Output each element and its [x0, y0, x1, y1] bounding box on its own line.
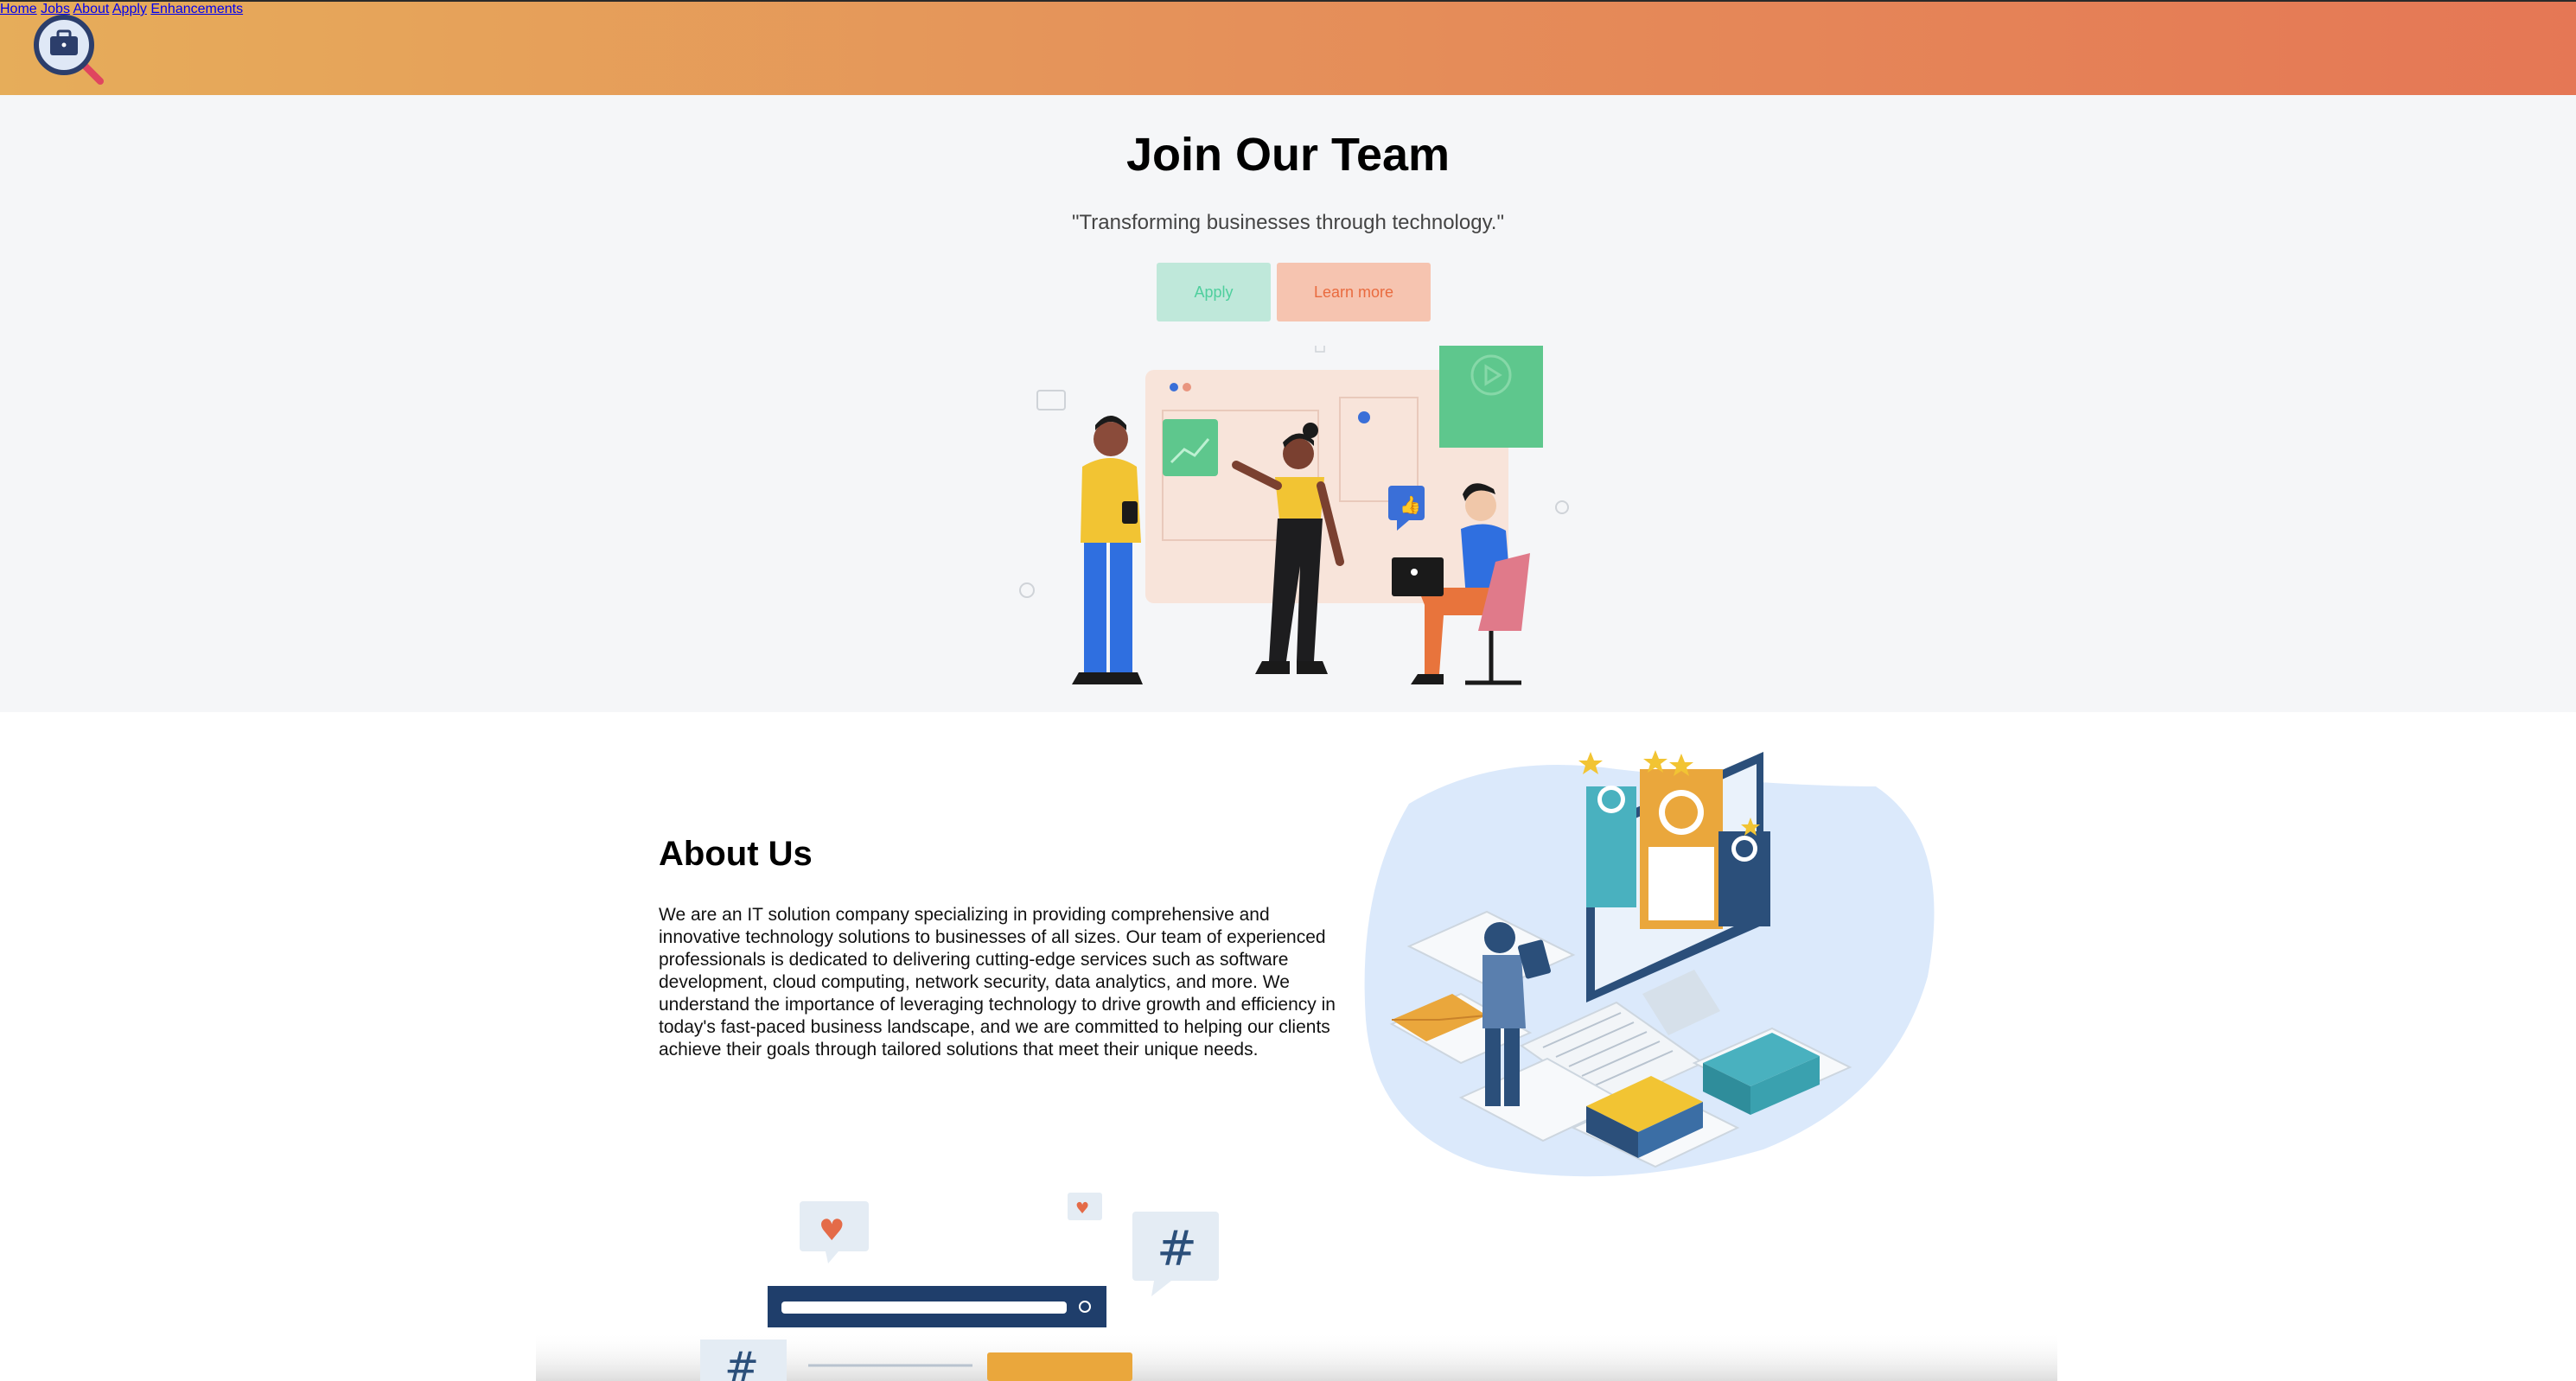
briefcase-magnifier-icon[interactable] — [33, 14, 107, 88]
recruitment-illustration — [1364, 750, 1935, 1177]
nav-home[interactable]: Home — [0, 2, 37, 16]
svg-text:♥: ♥ — [1075, 1200, 1089, 1218]
main-nav: Home Jobs About Apply Enhancements — [0, 2, 2576, 17]
svg-text:👍: 👍 — [1400, 494, 1421, 515]
nav-apply[interactable]: Apply — [112, 2, 147, 16]
svg-text:#: # — [724, 1343, 759, 1381]
top-navigation-bar: Home Jobs About Apply Enhancements — [0, 0, 2576, 95]
nav-enhancements[interactable]: Enhancements — [150, 2, 243, 16]
social-media-illustration: ♥ ♥ # # — [536, 1193, 2057, 1381]
hero-section: Join Our Team "Transforming businesses t… — [0, 95, 2576, 712]
about-title: About Us — [659, 835, 813, 873]
about-description: We are an IT solution company specializi… — [659, 905, 1336, 1060]
hero-tagline: "Transforming businesses through technol… — [1072, 211, 1504, 234]
svg-text:♥: ♥ — [819, 1213, 845, 1248]
svg-text:#: # — [1157, 1221, 1197, 1277]
hero-title: Join Our Team — [1125, 129, 1451, 181]
learn-more-button[interactable]: Learn more — [1277, 263, 1431, 321]
apply-button[interactable]: Apply — [1157, 263, 1271, 321]
